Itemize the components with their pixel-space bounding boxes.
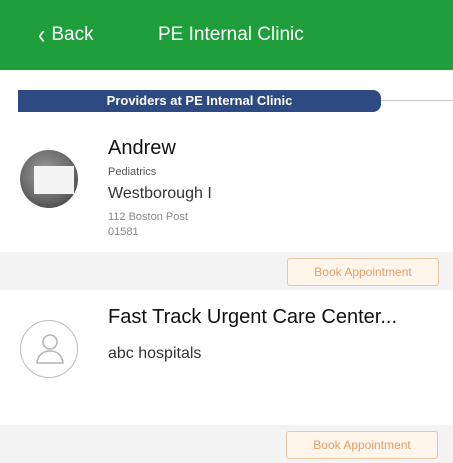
person-icon — [36, 334, 64, 364]
provider-address-line1: 112 Boston Post — [108, 211, 188, 223]
back-button[interactable]: ‹ Back — [38, 19, 94, 50]
provider-card[interactable]: Andrew Pediatrics Westborough I 112 Bost… — [0, 130, 453, 290]
avatar — [20, 150, 78, 208]
section-title: Providers at PE Internal Clinic — [18, 90, 381, 112]
provider-name: Andrew — [108, 137, 176, 159]
book-appointment-button[interactable]: Book Appointment — [286, 431, 438, 459]
provider-card[interactable]: Fast Track Urgent Care Center... abc hos… — [0, 292, 453, 463]
action-band: Book Appointment — [0, 252, 453, 290]
action-band: Book Appointment — [0, 425, 453, 463]
provider-address-line2: 01581 — [108, 226, 139, 238]
provider-location: Westborough I — [108, 185, 212, 202]
divider — [381, 100, 453, 101]
provider-specialty: Pediatrics — [108, 166, 157, 178]
provider-name: Fast Track Urgent Care Center... — [108, 306, 397, 328]
avatar — [20, 320, 78, 378]
back-label: Back — [51, 24, 94, 45]
section-header: Providers at PE Internal Clinic — [18, 90, 453, 114]
book-appointment-button[interactable]: Book Appointment — [287, 258, 439, 286]
provider-hospital: abc hospitals — [108, 345, 202, 362]
chevron-left-icon: ‹ — [38, 19, 46, 50]
nav-bar: ‹ Back PE Internal Clinic — [0, 0, 453, 70]
avatar-redaction — [34, 166, 74, 194]
page-title: PE Internal Clinic — [158, 24, 304, 45]
